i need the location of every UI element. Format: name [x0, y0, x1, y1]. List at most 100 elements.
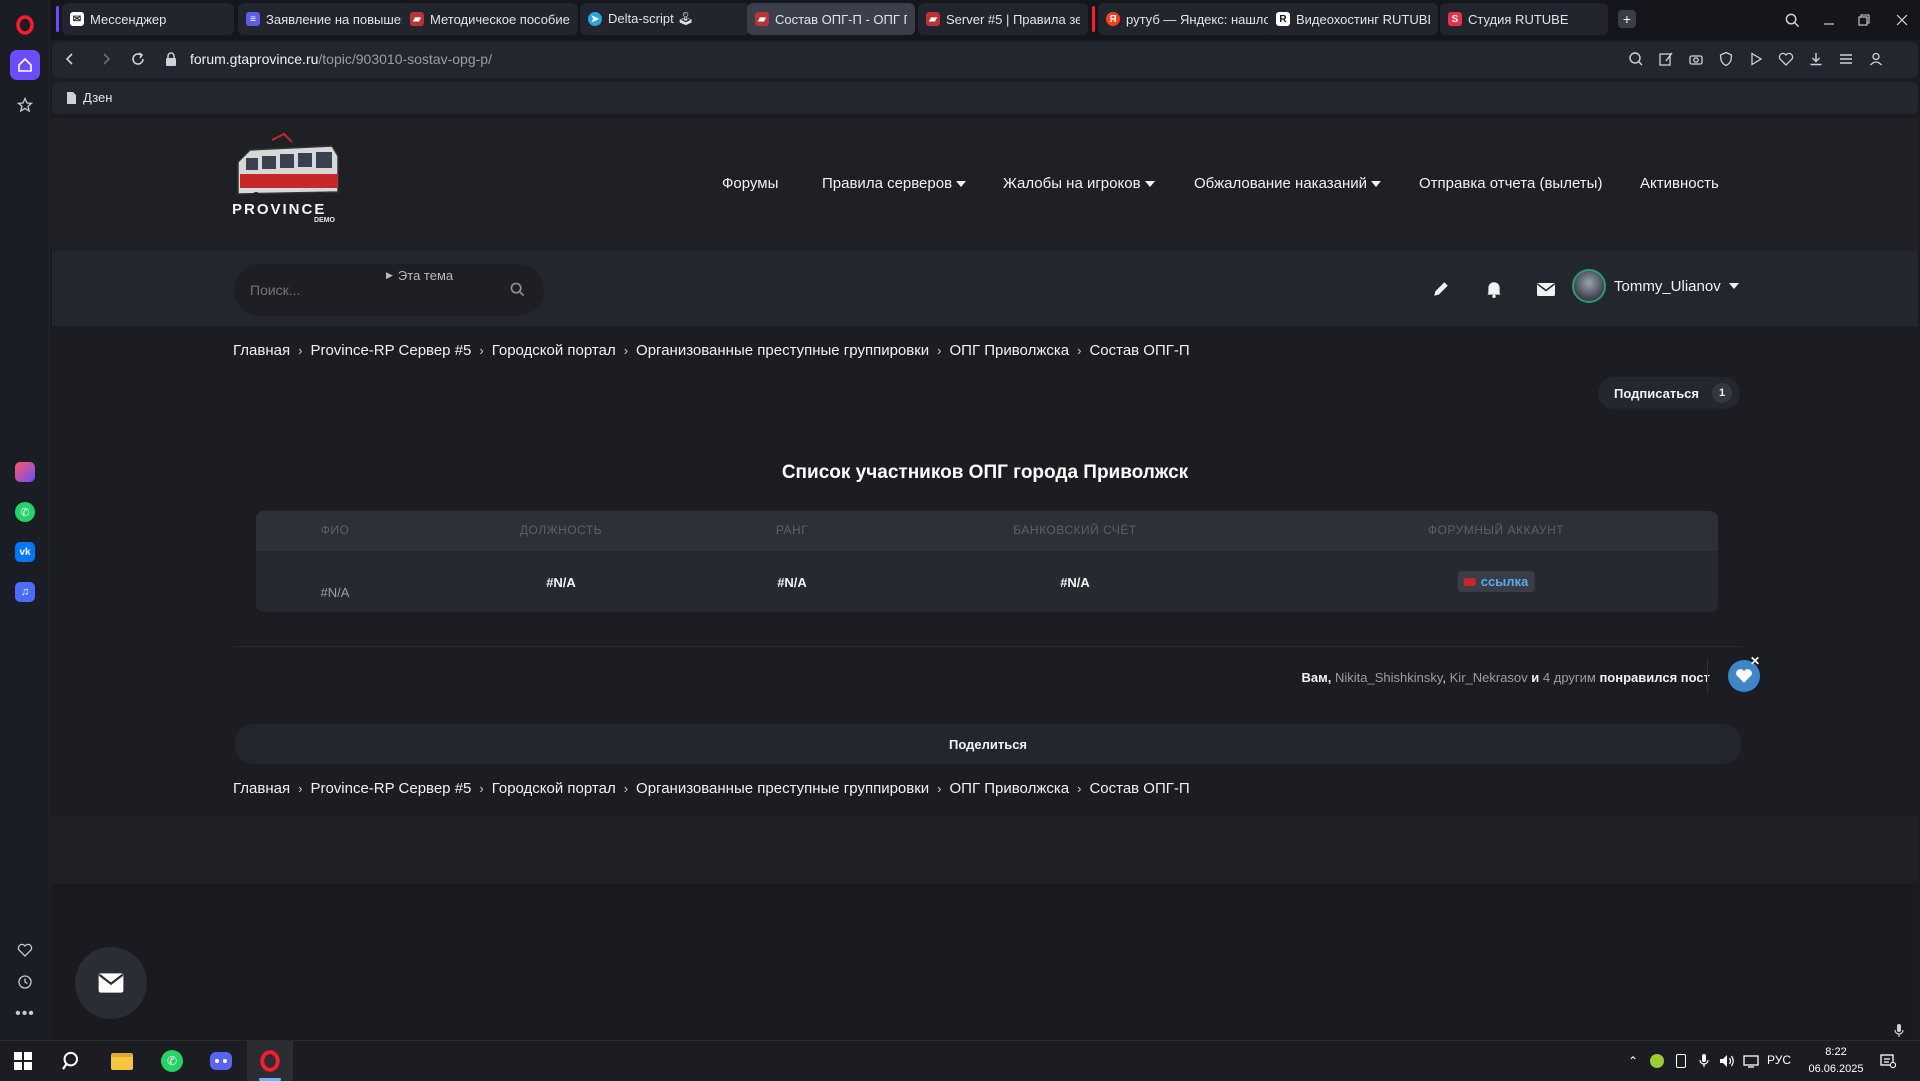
remove-reaction-button[interactable]: ✕ — [1750, 654, 1760, 668]
breadcrumb-server[interactable]: Province-RP Сервер #5 — [310, 780, 471, 797]
breadcrumb-portal[interactable]: Городской портал — [492, 342, 616, 359]
sidebar-home-button[interactable] — [10, 50, 40, 80]
breadcrumb-home[interactable]: Главная — [233, 780, 290, 797]
close-icon — [1896, 14, 1908, 26]
camera-icon[interactable] — [1688, 51, 1704, 67]
shield-icon[interactable] — [1718, 51, 1734, 67]
sidebar-more-button[interactable]: ••• — [10, 999, 40, 1029]
restore-button[interactable] — [1852, 8, 1876, 32]
discord-icon — [210, 1052, 232, 1070]
new-tab-button[interactable]: + — [1618, 10, 1636, 28]
reaction-user-link[interactable]: Kir_Nekrasov — [1450, 670, 1528, 685]
tab-rutube-studio[interactable]: S Студия RUTUBE — [1440, 3, 1608, 35]
nav-player-complaints[interactable]: Жалобы на игроков — [1003, 175, 1155, 192]
notifications-button[interactable] — [1485, 280, 1503, 298]
tab-application[interactable]: ≡ Заявление на повышение — [238, 3, 410, 35]
search-submit-button[interactable] — [510, 282, 525, 297]
link-label: ссылка — [1480, 574, 1529, 589]
breadcrumb-forum[interactable]: ОПГ Приволжска — [950, 342, 1070, 359]
breadcrumb-server[interactable]: Province-RP Сервер #5 — [310, 342, 471, 359]
taskbar-explorer[interactable] — [99, 1041, 145, 1081]
tab-search-button[interactable] — [1780, 8, 1804, 32]
url-field[interactable]: forum.gtaprovince.ru/topic/903010-sostav… — [190, 51, 492, 67]
reaction-others-link[interactable]: 4 другим — [1543, 670, 1596, 685]
share-button[interactable]: Поделиться — [234, 724, 1742, 764]
sidebar-player-button[interactable]: ♫ — [10, 577, 40, 607]
messenger-icon: ✉ — [70, 12, 84, 26]
tray-language[interactable]: РУС — [1767, 1053, 1791, 1067]
search-scope-toggle[interactable]: ▶ Эта тема — [386, 268, 453, 283]
reload-button[interactable] — [130, 51, 146, 67]
tray-overflow-button[interactable]: ⌃ — [1623, 1051, 1643, 1071]
download-icon[interactable] — [1808, 51, 1824, 67]
back-button[interactable] — [62, 51, 78, 67]
breadcrumb-groups[interactable]: Организованные преступные группировки — [636, 342, 929, 359]
breadcrumb-home[interactable]: Главная — [233, 342, 290, 359]
sidebar-speed-dial-button[interactable] — [10, 90, 40, 120]
tray-app-icon[interactable] — [1647, 1051, 1667, 1071]
easy-setup-icon[interactable] — [1838, 51, 1854, 67]
post-divider — [234, 646, 1742, 647]
reactions-separator: , — [1442, 670, 1450, 685]
sidebar-whatsapp-button[interactable]: ✆ — [10, 497, 40, 527]
cell-position: #N/A — [546, 575, 576, 590]
nav-crash-report[interactable]: Отправка отчета (вылеты) — [1419, 175, 1602, 192]
chevron-right-icon: › — [1077, 781, 1082, 796]
tab-rutube-hosting[interactable]: R Видеохостинг RUTUBE. Сз — [1268, 3, 1438, 35]
reactions-suffix: понравился пост — [1595, 670, 1710, 685]
notification-center-button[interactable] — [1878, 1051, 1898, 1071]
play-icon[interactable] — [1748, 51, 1764, 67]
tray-clock[interactable]: 8:22 06.06.2025 — [1804, 1044, 1868, 1078]
follow-button[interactable]: Подписаться 1 — [1598, 377, 1740, 409]
minimize-button[interactable] — [1817, 8, 1841, 32]
messages-button[interactable] — [1536, 281, 1556, 297]
tray-device-icon[interactable] — [1671, 1051, 1691, 1071]
tray-volume-icon[interactable] — [1717, 1051, 1737, 1071]
reaction-user-link[interactable]: Nikita_Shishkinsky — [1335, 670, 1442, 685]
sidebar-vk-button[interactable]: vk — [10, 537, 40, 567]
breadcrumb-forum[interactable]: ОПГ Приволжска — [950, 780, 1070, 797]
taskbar-whatsapp[interactable]: ✆ — [149, 1041, 195, 1081]
tab-delta-script[interactable]: ➤ Delta-script 🕹 — [580, 3, 750, 35]
nav-appeals[interactable]: Обжалование наказаний — [1194, 175, 1381, 192]
zoom-icon[interactable] — [1628, 51, 1644, 67]
edit-note-icon[interactable] — [1658, 51, 1674, 67]
nav-server-rules[interactable]: Правила серверов — [822, 175, 967, 192]
heart-icon[interactable] — [1778, 51, 1794, 67]
breadcrumb-portal[interactable]: Городской портал — [492, 780, 616, 797]
create-post-button[interactable] — [1432, 280, 1450, 298]
tray-mic-icon[interactable] — [1694, 1051, 1714, 1071]
members-table: ФИО Должность Ранг Банковский счёт Форум… — [256, 511, 1718, 612]
tab-server5-rules[interactable]: ▰ Server #5 | Правила зеле — [918, 3, 1088, 35]
forum-account-link[interactable]: ссылка — [1457, 571, 1535, 592]
nav-activity[interactable]: Активность — [1640, 175, 1719, 192]
site-logo[interactable]: PROVINCE DEMO — [232, 132, 344, 224]
sidebar-favorites-button[interactable] — [10, 935, 40, 965]
breadcrumb-groups[interactable]: Организованные преступные группировки — [636, 780, 929, 797]
username: Tommy_Ulianov — [1614, 277, 1721, 295]
tab-active-topic[interactable]: ▰ Состав ОПГ-П - ОПГ При — [747, 3, 915, 35]
user-menu[interactable]: Tommy_Ulianov — [1572, 269, 1739, 303]
taskbar-search-button[interactable] — [49, 1041, 95, 1081]
sidebar-history-button[interactable] — [10, 967, 40, 997]
floating-chat-button[interactable] — [75, 947, 147, 1019]
start-button[interactable] — [0, 1041, 46, 1081]
taskbar-discord[interactable] — [198, 1041, 244, 1081]
taskbar-opera[interactable] — [247, 1041, 293, 1081]
profile-icon[interactable] — [1868, 51, 1884, 67]
tray-network-icon[interactable] — [1741, 1051, 1761, 1071]
arrow-left-icon — [65, 53, 73, 65]
close-window-button[interactable] — [1890, 8, 1914, 32]
bookmark-dzen[interactable]: Дзен — [66, 90, 112, 105]
opera-menu-button[interactable] — [10, 10, 40, 40]
lock-icon — [164, 52, 178, 67]
nav-forums[interactable]: Форумы — [722, 175, 778, 192]
page-bottom — [52, 884, 1918, 1040]
tab-guide[interactable]: ▰ Методическое пособие — [402, 3, 578, 35]
tab-label: Видеохостинг RUTUBE. Сз — [1296, 11, 1430, 27]
forward-button[interactable] — [98, 51, 114, 67]
tab-label: Заявление на повышение — [266, 11, 402, 27]
sidebar-aria-button[interactable] — [10, 457, 40, 487]
tab-messenger[interactable]: ✉ Мессенджер — [62, 3, 234, 35]
arrow-right-icon — [103, 53, 111, 65]
